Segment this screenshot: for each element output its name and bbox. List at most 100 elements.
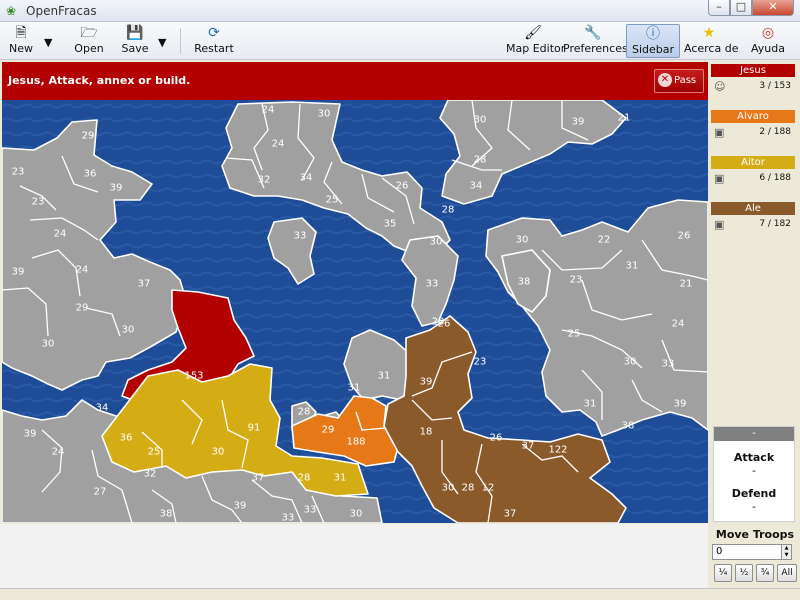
territory-troop-count: 37 [137, 278, 151, 290]
game-map[interactable]: 29 23 36 39 23 24 39 24 29 30 30 37 24 30 24 32 34 25 26 35… [2, 100, 708, 523]
human-icon: ☺ [714, 80, 726, 93]
tools-icon: 🔧 [584, 25, 602, 41]
map-editor-button[interactable]: 🖌 Map Editor [506, 24, 566, 58]
attack-label: Attack [733, 451, 775, 464]
computer-icon: ▣ [714, 126, 725, 139]
territory-troop-count: 37 [251, 472, 265, 484]
new-document-icon: 🗎 [15, 25, 27, 41]
territory-troop-count: 30 [211, 446, 225, 458]
save-dropdown-arrow-icon[interactable]: ▼ [158, 36, 166, 49]
territory-troop-count: 24 [51, 446, 65, 458]
preferences-label: Preferences [563, 42, 628, 55]
open-button[interactable]: 🗁 Open [72, 24, 106, 58]
territory-troop-count: 39 [23, 428, 37, 440]
player-row: Ale ▣ 7 / 182 [711, 202, 795, 248]
restart-button[interactable]: ⟳ Restart [192, 24, 236, 58]
new-dropdown-arrow-icon[interactable]: ▼ [44, 36, 52, 49]
combat-panel: - Attack - Defend - [713, 426, 795, 522]
player-name: Aitor [711, 156, 795, 169]
territory-troop-count: 34 [469, 180, 483, 192]
territory-troop-count: 31 [333, 472, 347, 484]
territory-troop-count: 30 [317, 108, 331, 120]
territory-troop-count: 24 [261, 104, 275, 116]
lifebuoy-icon: ◎ [761, 25, 775, 41]
help-button[interactable]: ◎ Ayuda [746, 24, 790, 58]
territory-troop-count: 26 [677, 230, 691, 242]
territory-troop-count: 25 [567, 328, 581, 340]
pass-button[interactable]: ✕ Pass [654, 69, 704, 93]
territory-troop-count: 38 [159, 508, 173, 520]
sidebar-label: Sidebar [631, 43, 675, 56]
title-bar: ❀ OpenFracas – □ ✕ [0, 0, 800, 22]
player-territory-count: 3 / 153 [759, 81, 791, 91]
territory-troop-count: 21 [679, 278, 693, 290]
minimize-button[interactable]: – [708, 0, 730, 16]
territory-island-33[interactable] [267, 217, 317, 285]
territory-troop-count: 31 [583, 398, 597, 410]
territory-troop-count: 28 [441, 204, 455, 216]
move-half-button[interactable]: ½ [735, 564, 753, 582]
territory-troop-count: 23 [569, 274, 583, 286]
move-troops-spinner[interactable]: ▲ ▼ [782, 544, 792, 560]
toolbar-separator [180, 28, 181, 54]
player-name: Jesus [711, 64, 795, 77]
territory-troop-count: 39 [11, 266, 25, 278]
territory-troop-count: 31 [625, 260, 639, 272]
app-leaf-icon: ❀ [6, 4, 17, 18]
map-editor-label: Map Editor [506, 42, 566, 55]
territory-troop-count: 29 [75, 302, 89, 314]
restart-label: Restart [194, 42, 234, 55]
move-three-quarter-button[interactable]: ¾ [756, 564, 774, 582]
folder-open-icon: 🗁 [80, 25, 98, 41]
territory-troop-count: 12 [481, 482, 495, 494]
territory-troop-count: 39 [571, 116, 585, 128]
territory-troop-count: 30 [441, 482, 455, 494]
territory-troop-count: 25 [325, 194, 339, 206]
sidebar-button[interactable]: ⓘ Sidebar [626, 24, 680, 58]
territory-troop-count: 32 [143, 468, 157, 480]
territory-troop-count: 28 [297, 472, 311, 484]
attack-value: - [752, 464, 756, 477]
territory-troop-count: 25 [147, 446, 161, 458]
territory-troop-count: 37 [503, 508, 517, 520]
close-button[interactable]: ✕ [752, 0, 794, 16]
territory-troop-count: 18 [419, 426, 433, 438]
territory-troop-count: 32 [257, 174, 271, 186]
move-quarter-button[interactable]: ¼ [714, 564, 732, 582]
territory-troop-count: 34 [299, 172, 313, 184]
about-button[interactable]: ★ Acerca de [684, 24, 738, 58]
pass-label: Pass [674, 75, 697, 86]
turn-message: Jesus, Attack, annex or build. [8, 74, 191, 87]
defend-label: Defend [731, 487, 777, 500]
spin-up-icon[interactable]: ▲ [785, 545, 789, 551]
territory-west-continent[interactable] [2, 119, 187, 391]
territory-north-center[interactable] [221, 101, 451, 259]
territory-island-north-east[interactable] [439, 100, 627, 205]
maximize-button[interactable]: □ [730, 0, 752, 16]
toolbar: 🗎 New ▼ 🗁 Open 💾 Save ▼ ⟳ Restart 🖌 Map … [0, 22, 800, 60]
map-canvas[interactable] [2, 100, 708, 523]
preferences-button[interactable]: 🔧 Preferences [563, 24, 628, 58]
territory-troop-count: 30 [121, 324, 135, 336]
move-all-button[interactable]: All [777, 564, 797, 582]
move-troops-input[interactable]: 0 [712, 544, 782, 560]
territory-troop-count: 30 [623, 356, 637, 368]
player-territory-count: 2 / 188 [759, 127, 791, 137]
territory-troop-count: 39 [419, 376, 433, 388]
new-button[interactable]: 🗎 New [6, 24, 36, 58]
territory-troop-count: 39 [109, 182, 123, 194]
territory-troop-count: 21 [617, 112, 631, 124]
territory-troop-count: 24 [53, 228, 67, 240]
territory-troop-count: 29 [81, 130, 95, 142]
open-label: Open [74, 42, 104, 55]
sea-wave [2, 145, 708, 151]
territory-troop-count: 30 [473, 114, 487, 126]
territory-troop-count: 28 [297, 406, 311, 418]
territory-troop-count: 26 [489, 432, 503, 444]
territory-troop-count: 188 [346, 436, 366, 448]
spin-down-icon[interactable]: ▼ [785, 552, 789, 558]
save-button[interactable]: 💾 Save [118, 24, 152, 58]
paint-brush-icon: 🖌 [524, 25, 542, 41]
map-bottom-panel [0, 524, 708, 590]
player-name: Ale [711, 202, 795, 215]
